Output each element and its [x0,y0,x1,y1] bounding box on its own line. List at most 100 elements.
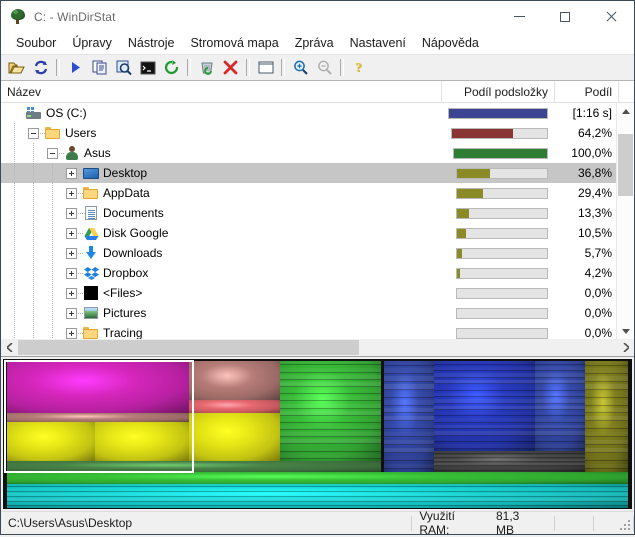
tree-row-label: Dropbox [103,266,154,280]
treemap-subcell [7,503,628,507]
tree-row[interactable]: Downloads5,7% [1,243,634,263]
treemap-cell[interactable] [7,472,628,484]
refresh-all-icon[interactable] [29,57,52,79]
scroll-up-button[interactable] [617,103,634,120]
subtree-percent-cell [442,308,555,319]
treemap-cell[interactable] [535,361,585,451]
command-prompt-icon[interactable] [136,57,159,79]
tree-row[interactable]: <Files>0,0% [1,283,634,303]
subtree-percent-bar [456,248,549,259]
tree-row[interactable]: OS (C:)[1:16 s] [1,103,634,123]
treemap-cell[interactable] [434,361,535,451]
directory-list-pane: Název Podíl podsložky Podíl OS (C:)[1:16… [1,81,634,357]
tree-indent [1,283,66,303]
scroll-left-button[interactable] [1,339,18,356]
expand-icon[interactable] [66,228,77,239]
treemap-cell[interactable] [384,361,434,472]
empty-recycle-bin-icon[interactable] [195,57,218,79]
tree-row-name-cell: Downloads [1,243,442,263]
scroll-right-button[interactable] [617,339,634,356]
show-treemap-icon[interactable] [254,57,277,79]
delete-icon[interactable] [219,57,242,79]
maximize-button[interactable] [542,1,588,32]
menu-zprava[interactable]: Zpráva [287,34,342,53]
treemap-canvas[interactable] [3,359,632,509]
collapse-icon[interactable] [28,128,39,139]
column-header-subtree-percent[interactable]: Podíl podsložky [442,81,555,102]
expand-icon[interactable] [66,308,77,319]
tree-row[interactable]: Dropbox4,2% [1,263,634,283]
zoom-out-icon[interactable] [313,57,336,79]
tree-row[interactable]: Users64,2% [1,123,634,143]
treemap-pane[interactable] [1,357,634,511]
treemap-subcell [280,382,381,387]
menu-stromova-mapa[interactable]: Stromová mapa [182,34,286,53]
tree-row[interactable]: AppData29,4% [1,183,634,203]
document-icon [83,205,99,221]
refresh-selected-icon[interactable] [160,57,183,79]
treemap-cell[interactable] [434,451,585,472]
continue-icon[interactable] [64,57,87,79]
minimize-button[interactable] [496,1,542,32]
menu-nastaveni[interactable]: Nastavení [342,34,414,53]
help-icon[interactable]: ? ? [348,57,371,79]
treemap-subcell [585,368,628,373]
explorer-here-icon[interactable] [112,57,135,79]
treemap-subcell [384,464,434,469]
treemap-subcell [434,406,535,411]
scroll-down-button[interactable] [617,322,634,339]
treemap-cell[interactable] [189,361,280,400]
tree-row[interactable]: Disk Google10,5% [1,223,634,243]
treemap-cell[interactable] [95,422,189,461]
window-controls [496,1,634,32]
collapse-icon[interactable] [47,148,58,159]
vertical-scrollbar[interactable] [616,103,634,339]
menu-bar: Soubor Úpravy Nástroje Stromová mapa Zpr… [1,32,634,54]
vertical-scroll-thumb[interactable] [618,134,633,195]
tree-indent [1,323,66,339]
menu-soubor[interactable]: Soubor [8,34,64,53]
tree-row[interactable]: Desktop36,8% [1,163,634,183]
expand-icon[interactable] [66,288,77,299]
close-button[interactable] [588,1,634,32]
expand-icon[interactable] [66,208,77,219]
treemap-cell[interactable] [189,400,280,414]
tree-row[interactable]: Documents13,3% [1,203,634,223]
subtree-percent-bar [456,228,549,239]
treemap-subcell [535,386,585,391]
resize-grip[interactable] [620,520,632,532]
horizontal-scroll-thumb[interactable] [18,340,359,355]
pictures-icon [83,305,99,321]
menu-nastroje[interactable]: Nástroje [120,34,183,53]
tree-row[interactable]: Pictures0,0% [1,303,634,323]
horizontal-scrollbar[interactable] [1,339,634,356]
treemap-subcell [434,418,535,423]
expand-icon[interactable] [66,268,77,279]
tree-row-name-cell: AppData [1,183,442,203]
horizontal-scroll-track[interactable] [18,339,617,356]
treemap-cell[interactable] [7,422,95,461]
tree-row[interactable]: Asus100,0% [1,143,634,163]
tree-row[interactable]: Tracing0,0% [1,323,634,339]
column-header-percent[interactable]: Podíl [555,81,619,102]
treemap-cell[interactable] [585,361,628,472]
menu-upravy[interactable]: Úpravy [64,34,120,53]
treemap-cell[interactable] [189,413,280,461]
treemap-cell[interactable] [7,484,628,508]
zoom-in-icon[interactable] [289,57,312,79]
treemap-cell[interactable] [7,413,189,422]
expand-icon[interactable] [66,248,77,259]
treemap-cell[interactable] [280,361,381,462]
toolbar: ? ? [1,54,634,81]
column-header-name[interactable]: Název [1,81,442,102]
treemap-cell[interactable] [7,361,189,414]
tree-indent [1,123,28,143]
open-folder-icon[interactable] [5,57,28,79]
treemap-cell[interactable] [7,461,381,472]
menu-napoveda[interactable]: Nápověda [414,34,487,53]
svg-text:?: ? [355,60,362,74]
expand-icon[interactable] [66,188,77,199]
expand-icon[interactable] [66,328,77,339]
copy-path-icon[interactable] [88,57,111,79]
expand-icon[interactable] [66,168,77,179]
